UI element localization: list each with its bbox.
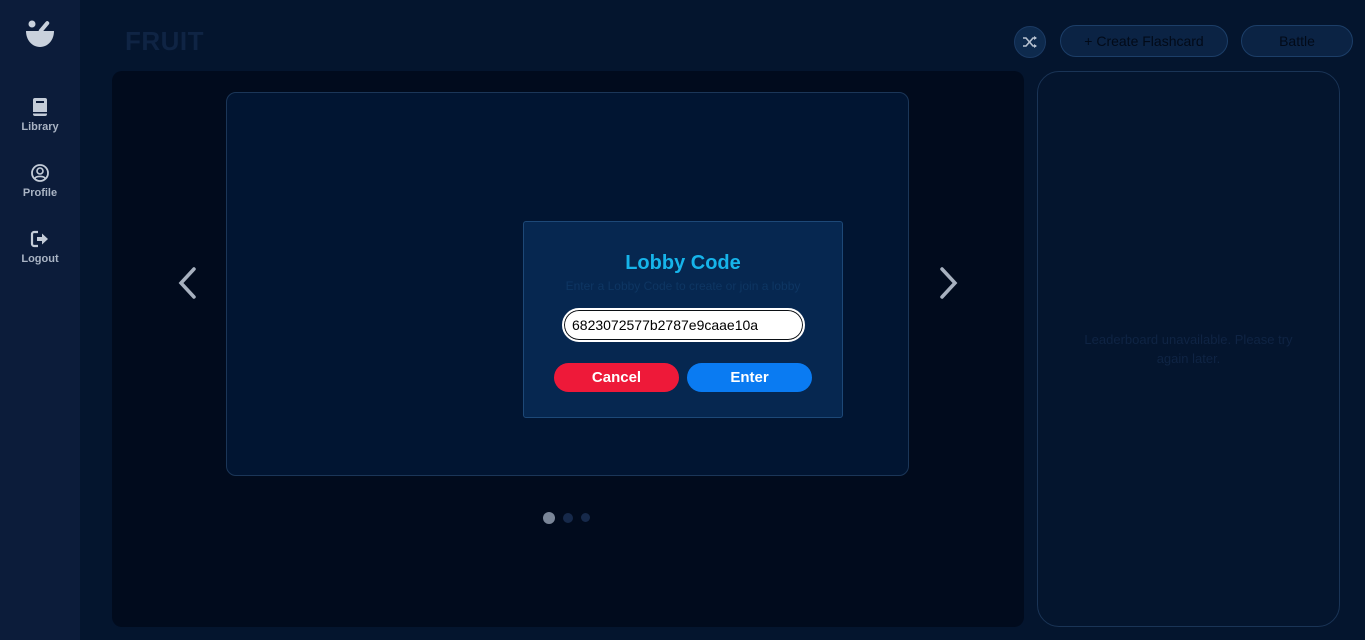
lobby-code-input[interactable] bbox=[562, 308, 805, 342]
book-icon bbox=[33, 98, 47, 116]
chevron-left-icon[interactable] bbox=[176, 266, 200, 300]
user-circle-icon bbox=[31, 164, 49, 182]
leaderboard-panel: Leaderboard unavailable. Please try agai… bbox=[1037, 71, 1340, 627]
sidebar-item-label: Logout bbox=[21, 253, 59, 265]
sidebar-item-profile[interactable]: Profile bbox=[0, 163, 80, 213]
sidebar-item-label: Library bbox=[21, 121, 59, 133]
mortar-pestle-icon[interactable] bbox=[24, 18, 56, 50]
enter-button[interactable]: Enter bbox=[687, 363, 812, 392]
cancel-button[interactable]: Cancel bbox=[554, 363, 679, 392]
sidebar-item-logout[interactable]: Logout bbox=[0, 229, 80, 279]
carousel-dot-2[interactable] bbox=[563, 513, 573, 523]
create-flashcard-button[interactable]: + Create Flashcard bbox=[1060, 25, 1228, 57]
sidebar-item-library[interactable]: Library bbox=[0, 97, 80, 147]
shuffle-button[interactable] bbox=[1014, 26, 1046, 58]
sidebar: Library Profile Logout bbox=[0, 0, 80, 640]
carousel-dot-1[interactable] bbox=[543, 512, 555, 524]
carousel-dot-3[interactable] bbox=[581, 513, 590, 522]
page-title: FRUIT bbox=[125, 26, 205, 56]
chevron-right-icon[interactable] bbox=[936, 266, 960, 300]
modal-subtitle: Enter a Lobby Code to create or join a l… bbox=[565, 279, 801, 293]
leaderboard-message: Leaderboard unavailable. Please try agai… bbox=[1084, 332, 1293, 366]
battle-button[interactable]: Battle bbox=[1241, 25, 1353, 57]
logout-icon bbox=[30, 230, 48, 248]
modal-title: Lobby Code bbox=[625, 252, 741, 274]
shuffle-icon bbox=[1023, 36, 1037, 48]
lobby-code-modal: Lobby Code Enter a Lobby Code to create … bbox=[523, 221, 843, 418]
sidebar-item-label: Profile bbox=[22, 187, 58, 199]
